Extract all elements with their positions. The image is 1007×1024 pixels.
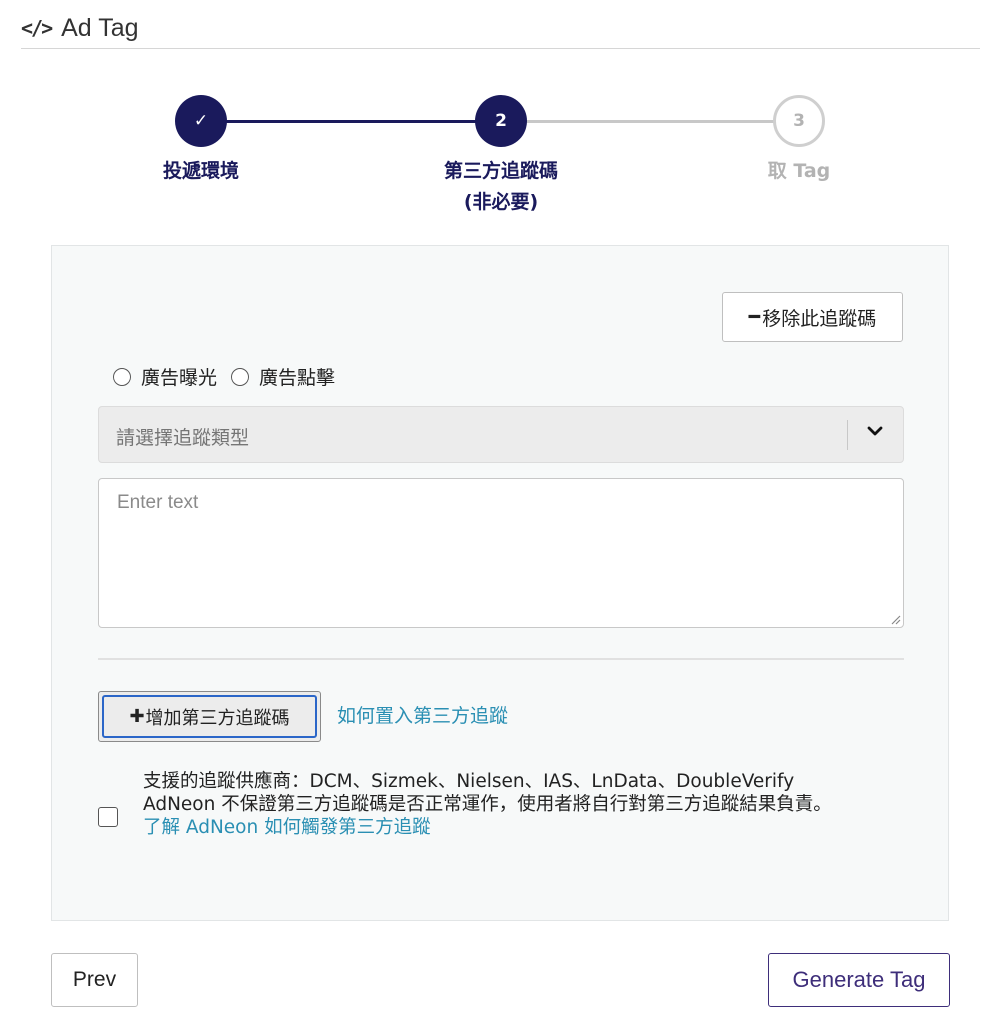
textarea-placeholder: Enter text: [117, 492, 199, 513]
disclaimer-checkbox[interactable]: [98, 807, 118, 827]
step-3-circle: 3: [773, 95, 825, 147]
minus-icon: ━: [748, 306, 761, 328]
step-2-label: 第三方追蹤碼 (非必要): [401, 156, 601, 218]
chevron-down-icon[interactable]: [865, 421, 885, 441]
disclaimer-body: AdNeon 不保證第三方追蹤碼是否正常運作，使用者將自行對第三方追蹤結果負責。: [143, 794, 832, 815]
tracking-event-radio-group: 廣告曝光 廣告點擊: [113, 363, 349, 390]
step-3-label: 取 Tag: [767, 160, 831, 182]
plus-icon: ✚: [129, 706, 145, 727]
select-separator: [847, 420, 848, 450]
tracking-type-select[interactable]: 請選擇追蹤類型: [98, 406, 904, 463]
step-connector-pending: [526, 120, 776, 123]
progress-stepper: ✓ 2 3 投遞環境 第三方追蹤碼 (非必要) 取 Tag: [0, 94, 1007, 224]
resize-handle-icon[interactable]: [889, 613, 901, 625]
remove-tracker-button[interactable]: ━ 移除此追蹤碼: [722, 292, 903, 342]
tracking-code-textarea[interactable]: Enter text: [98, 478, 904, 628]
add-tracker-button-focus-ring: ✚ 增加第三方追蹤碼: [102, 695, 317, 738]
radio-impression-label[interactable]: 廣告曝光: [141, 363, 217, 390]
how-to-embed-link[interactable]: 如何置入第三方追蹤: [337, 701, 508, 728]
radio-click[interactable]: [231, 367, 250, 386]
code-icon: </>: [21, 16, 53, 40]
step-1-label: 投遞環境: [162, 160, 239, 182]
checkmark-icon: ✓: [193, 111, 209, 131]
supported-vendors-text: 支援的追蹤供應商：DCM、Sizmek、Nielsen、IAS、LnData、D…: [143, 771, 795, 792]
step-1-circle: ✓: [175, 95, 227, 147]
tracker-panel: ━ 移除此追蹤碼 廣告曝光 廣告點擊 請選擇追蹤類型 Enter text ✚ …: [51, 245, 949, 921]
add-tracker-button[interactable]: ✚ 增加第三方追蹤碼: [98, 691, 321, 742]
radio-impression[interactable]: [113, 367, 131, 386]
learn-more-link[interactable]: 了解 AdNeon 如何觸發第三方追蹤: [143, 816, 903, 839]
step-2-circle: 2: [475, 95, 527, 147]
page-header: </> Ad Tag: [21, 8, 980, 49]
prev-button[interactable]: Prev: [51, 953, 138, 1007]
page-title: Ad Tag: [61, 13, 139, 42]
generate-tag-button[interactable]: Generate Tag: [768, 953, 950, 1007]
step-connector-completed: [226, 120, 476, 123]
section-divider: [98, 658, 904, 660]
step-2-sublabel: (非必要): [463, 191, 539, 213]
radio-click-label[interactable]: 廣告點擊: [259, 363, 335, 390]
tracking-type-placeholder: 請選擇追蹤類型: [116, 427, 250, 449]
disclaimer-text: 支援的追蹤供應商：DCM、Sizmek、Nielsen、IAS、LnData、D…: [143, 770, 903, 839]
